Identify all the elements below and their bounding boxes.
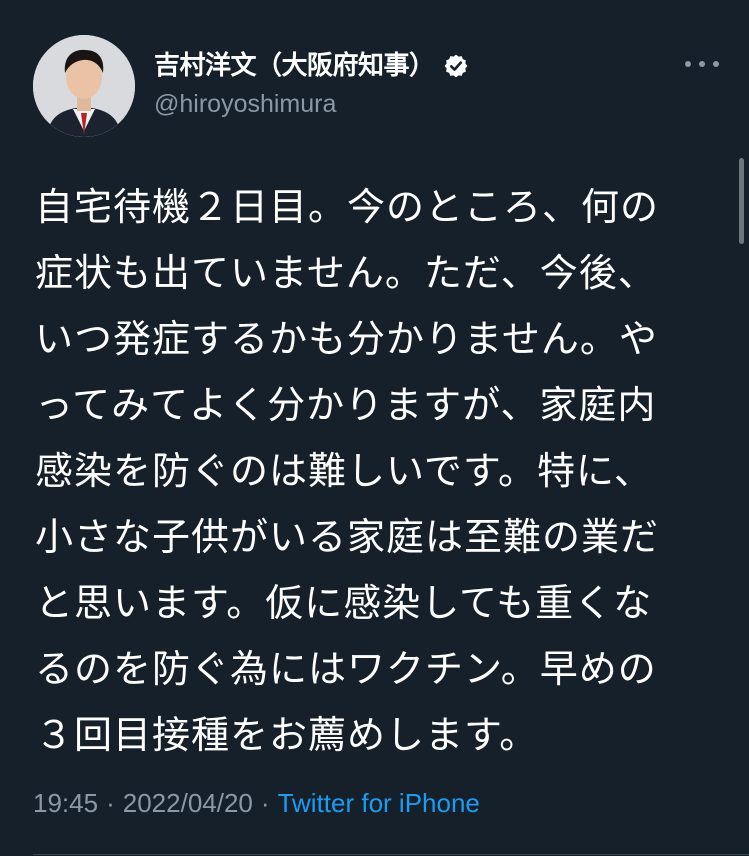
meta-separator: ·	[260, 787, 270, 818]
tweet-text-line: るのを防ぐ為にはワクチン。早めの	[35, 647, 657, 691]
author-display-name[interactable]: 吉村洋文（大阪府知事）	[154, 48, 435, 84]
tweet-text-line: と思います。仮に感染しても重くな	[35, 581, 653, 625]
tweet-time[interactable]: 19:45	[33, 788, 98, 819]
tweet-text-line: ３回目接種をお薦めします。	[35, 713, 539, 757]
divider	[33, 854, 749, 855]
author-name-row: 吉村洋文（大阪府知事）	[154, 48, 469, 84]
scrollbar[interactable]	[739, 158, 744, 244]
tweet-text-line: 小さな子供がいる家庭は至難の業だ	[35, 515, 660, 559]
tweet-text-line: いつ発症するかも分かりません。や	[35, 317, 658, 361]
more-options-icon[interactable]	[685, 54, 719, 74]
author-handle[interactable]: @hiroyoshimura	[154, 88, 336, 120]
tweet-text: 自宅待機２日目。今のところ、何の 症状も出ていません。ただ、今後、 いつ発症する…	[35, 174, 715, 768]
tweet-card: 吉村洋文（大阪府知事） @hiroyoshimura 自宅待機２日目。今のところ…	[0, 0, 749, 856]
tweet-text-line: ってみてよく分かりますが、家庭内	[35, 383, 657, 427]
more-dot-icon	[699, 61, 705, 67]
more-dot-icon	[685, 61, 691, 67]
tweet-text-line: 感染を防ぐのは難しいです。特に、	[35, 449, 653, 493]
tweet-source-link[interactable]: Twitter for iPhone	[278, 788, 480, 819]
meta-separator: ·	[106, 787, 115, 818]
avatar[interactable]	[33, 35, 135, 137]
tweet-text-line: 自宅待機２日目。今のところ、何の	[35, 185, 660, 229]
more-dot-icon	[713, 61, 719, 67]
tweet-date[interactable]: 2022/04/20	[123, 788, 253, 819]
tweet-meta: 19:45 · 2022/04/20 · Twitter for iPhone	[33, 784, 480, 822]
avatar-photo	[33, 35, 135, 137]
verified-badge-icon	[443, 53, 469, 79]
tweet-text-line: 症状も出ていません。ただ、今後、	[35, 251, 657, 295]
